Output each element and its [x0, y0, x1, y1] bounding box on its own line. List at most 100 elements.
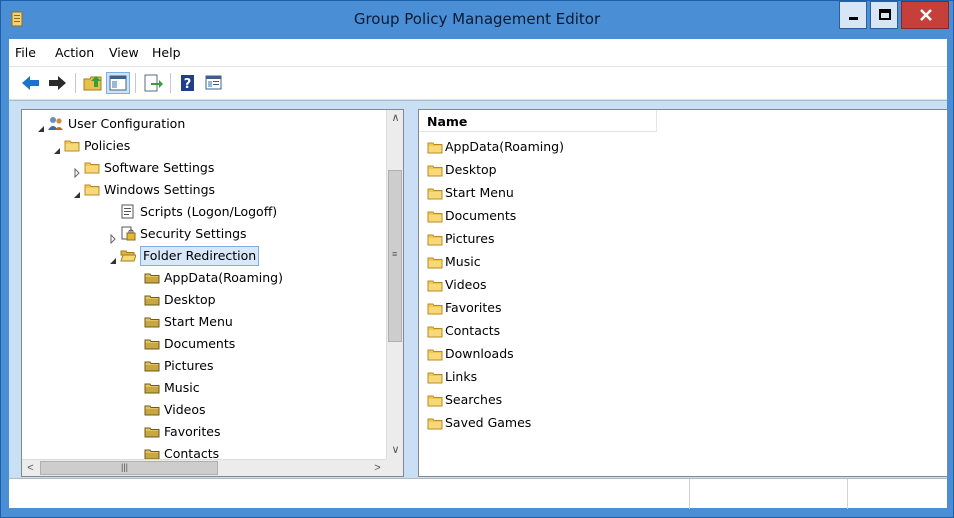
list-item[interactable]: Desktop — [427, 158, 727, 181]
list-item[interactable]: Contacts — [427, 319, 727, 342]
forward-button[interactable] — [45, 72, 69, 94]
help-button[interactable]: ? — [176, 72, 200, 94]
close-button[interactable] — [901, 1, 949, 29]
folder-icon — [427, 415, 443, 430]
tree-item-label: Software Settings — [104, 160, 215, 175]
expanded-arrow-icon[interactable] — [52, 141, 62, 154]
properties-icon — [205, 75, 222, 90]
list-item[interactable]: Documents — [427, 204, 727, 227]
tree-item[interactable]: User Configuration — [22, 113, 386, 135]
list-item[interactable]: Downloads — [427, 342, 727, 365]
menu-view[interactable]: View — [109, 45, 139, 60]
maximize-button[interactable] — [870, 1, 898, 29]
folder-icon — [427, 208, 443, 223]
toolbar-separator — [75, 73, 76, 93]
scroll-thumb[interactable]: ≡ — [388, 170, 402, 342]
tree-item[interactable]: Desktop — [22, 289, 386, 311]
title-bar[interactable]: Group Policy Management Editor — [1, 1, 953, 39]
folder-icon — [427, 231, 443, 246]
tree-item[interactable]: Start Menu — [22, 311, 386, 333]
list-item[interactable]: Pictures — [427, 227, 727, 250]
scroll-down-button[interactable]: ∨ — [387, 442, 403, 459]
back-icon — [22, 76, 39, 90]
back-button[interactable] — [19, 72, 43, 94]
list-item[interactable]: Searches — [427, 388, 727, 411]
status-cell — [689, 479, 847, 509]
properties-button[interactable] — [202, 72, 226, 94]
list-pane[interactable]: Name AppData(Roaming) Desktop Start Menu Do… — [418, 109, 948, 477]
list-item[interactable]: Videos — [427, 273, 727, 296]
export-list-icon — [144, 74, 163, 92]
redirect-folder-icon — [144, 402, 160, 417]
folder-icon — [84, 160, 100, 175]
toolbar-separator — [170, 73, 171, 93]
folder-icon — [427, 254, 443, 269]
content-area: User Configuration Policies Software Setti… — [9, 100, 948, 478]
list-item-label: Documents — [445, 208, 517, 223]
show-hide-tree-button[interactable] — [106, 72, 130, 94]
list-item[interactable]: Music — [427, 250, 727, 273]
folder-icon — [427, 139, 443, 154]
minimize-icon — [849, 17, 858, 20]
column-header-name[interactable]: Name — [419, 110, 657, 132]
tree-item[interactable]: Favorites — [22, 421, 386, 443]
scroll-corner — [386, 459, 403, 476]
tree-item[interactable]: Videos — [22, 399, 386, 421]
menu-help[interactable]: Help — [152, 45, 181, 60]
scroll-thumb[interactable]: ||| — [40, 461, 218, 475]
toolbar-separator — [135, 73, 136, 93]
tree-item[interactable]: Documents — [22, 333, 386, 355]
folder-icon — [427, 369, 443, 384]
tree-item[interactable]: Scripts (Logon/Logoff) — [22, 201, 386, 223]
tree-item[interactable]: Security Settings — [22, 223, 386, 245]
tree-item[interactable]: Music — [22, 377, 386, 399]
scroll-up-button[interactable]: ∧ — [387, 110, 403, 127]
list-item[interactable]: Start Menu — [427, 181, 727, 204]
scroll-left-button[interactable]: < — [22, 460, 39, 476]
redirect-folder-icon — [144, 292, 160, 307]
redirect-folder-icon — [144, 270, 160, 285]
list-item[interactable]: Favorites — [427, 296, 727, 319]
collapsed-arrow-icon[interactable] — [72, 163, 82, 179]
expanded-arrow-icon[interactable] — [36, 119, 46, 132]
svg-text:?: ? — [184, 77, 192, 92]
tree-item-label: Scripts (Logon/Logoff) — [140, 204, 278, 219]
tree-pane[interactable]: User Configuration Policies Software Setti… — [21, 109, 404, 477]
list-item-label: Pictures — [445, 231, 495, 246]
tree-vertical-scrollbar[interactable]: ∧ ≡ ∨ — [386, 110, 403, 459]
up-folder-button[interactable] — [81, 72, 105, 94]
list-item-label: Links — [445, 369, 478, 384]
tree-item-label: Folder Redirection — [140, 246, 260, 266]
scroll-right-button[interactable]: > — [369, 460, 386, 476]
menu-action[interactable]: Action — [55, 45, 94, 60]
folder-icon — [427, 346, 443, 361]
tree-item-label: Videos — [164, 402, 206, 417]
list-item[interactable]: Links — [427, 365, 727, 388]
redirect-folder-icon — [144, 424, 160, 439]
column-header-label: Name — [427, 114, 468, 129]
minimize-button[interactable] — [839, 1, 867, 29]
status-cell — [847, 479, 947, 509]
menu-file[interactable]: File — [15, 45, 36, 60]
tree-item[interactable]: Software Settings — [22, 157, 386, 179]
tree-item[interactable]: AppData(Roaming) — [22, 267, 386, 289]
tree-item-label: Policies — [84, 138, 131, 153]
grip-icon: ≡ — [392, 249, 398, 259]
menu-bar: File Action View Help — [9, 39, 947, 67]
tree-horizontal-scrollbar[interactable]: < ||| > — [22, 459, 386, 476]
tree-item-label: Favorites — [164, 424, 221, 439]
scripts-icon — [120, 204, 136, 219]
tree-item[interactable]: Folder Redirection — [22, 245, 386, 267]
tree-item[interactable]: Windows Settings — [22, 179, 386, 201]
folder-icon — [427, 185, 443, 200]
tree-item[interactable]: Pictures — [22, 355, 386, 377]
list-item[interactable]: AppData(Roaming) — [427, 135, 727, 158]
tree-item[interactable]: Policies — [22, 135, 386, 157]
maximize-icon — [879, 9, 891, 20]
collapsed-arrow-icon[interactable] — [108, 229, 118, 245]
list-item-label: Start Menu — [445, 185, 514, 200]
export-list-button[interactable] — [141, 72, 165, 94]
expanded-arrow-icon[interactable] — [108, 251, 118, 264]
expanded-arrow-icon[interactable] — [72, 185, 82, 198]
list-item[interactable]: Saved Games — [427, 411, 727, 434]
